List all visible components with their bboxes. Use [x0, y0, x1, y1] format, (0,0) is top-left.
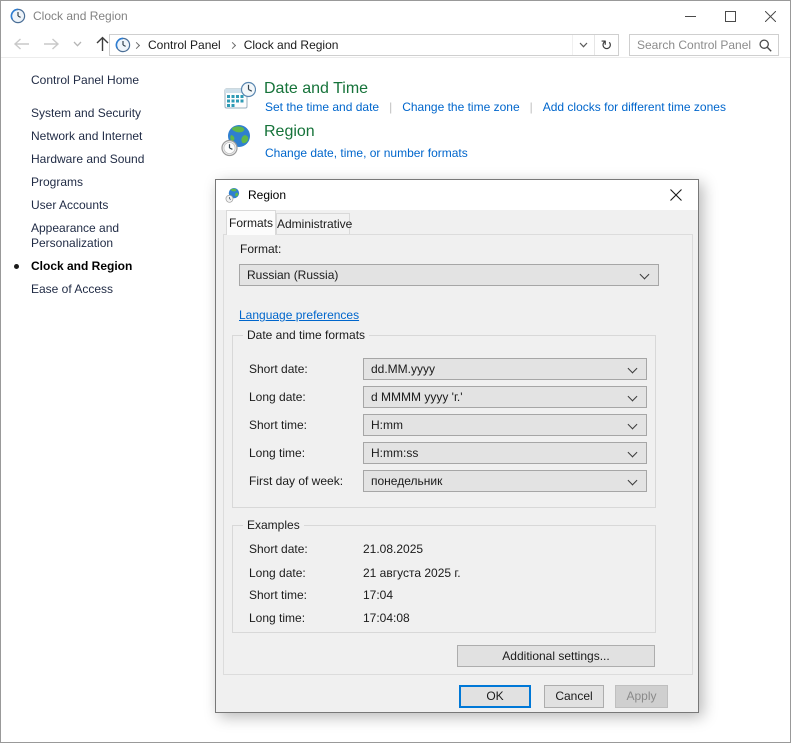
window-titlebar: Clock and Region — [1, 1, 790, 31]
ok-button[interactable]: OK — [459, 685, 531, 708]
sidebar-item-control-panel-home[interactable]: Control Panel Home — [31, 73, 189, 87]
breadcrumb-control-panel[interactable]: Control Panel — [142, 38, 227, 52]
address-dropdown-button[interactable] — [572, 35, 594, 55]
tab-page-frame — [223, 234, 693, 675]
date-and-time-links: Set the time and date | Change the time … — [265, 100, 726, 114]
search-placeholder: Search Control Panel — [637, 38, 752, 52]
forward-button[interactable] — [43, 37, 60, 51]
control-panel-window: Clock and Region Control Panel Clock and… — [0, 0, 791, 743]
sidebar-item-network-and-internet[interactable]: Network and Internet — [31, 129, 189, 144]
region-links: Change date, time, or number formats — [265, 146, 468, 160]
tab-administrative[interactable]: Administrative — [276, 213, 352, 234]
sidebar-item-ease-of-access[interactable]: Ease of Access — [31, 282, 189, 297]
navigation-bar: Control Panel Clock and Region ↻ Search … — [1, 31, 790, 58]
apply-button[interactable]: Apply — [615, 685, 668, 708]
sidebar-item-appearance-and-personalization[interactable]: Appearance and Personalization — [31, 221, 189, 251]
link-change-time-zone[interactable]: Change the time zone — [402, 100, 519, 114]
search-icon[interactable] — [759, 38, 772, 52]
maximize-icon — [724, 10, 736, 22]
search-input[interactable]: Search Control Panel — [629, 34, 779, 56]
refresh-button[interactable]: ↻ — [594, 35, 618, 55]
window-title: Clock and Region — [33, 9, 128, 23]
dialog-close-button[interactable] — [654, 180, 698, 209]
sidebar-item-clock-and-region[interactable]: Clock and Region — [14, 259, 189, 274]
link-set-time-and-date[interactable]: Set the time and date — [265, 100, 379, 114]
chevron-down-icon — [579, 42, 588, 48]
close-button[interactable] — [750, 1, 790, 31]
cancel-button[interactable]: Cancel — [544, 685, 604, 708]
tab-formats[interactable]: Formats — [226, 210, 276, 235]
breadcrumb-clock-region[interactable]: Clock and Region — [238, 38, 345, 52]
link-add-clocks[interactable]: Add clocks for different time zones — [543, 100, 726, 114]
address-bar[interactable]: Control Panel Clock and Region ↻ — [109, 34, 619, 56]
maximize-button[interactable] — [710, 1, 750, 31]
chevron-right-icon[interactable] — [132, 41, 141, 49]
close-icon — [764, 10, 776, 22]
sidebar: Control Panel Home System and Security N… — [14, 73, 189, 305]
link-separator: | — [389, 100, 393, 114]
clock-region-app-icon — [10, 8, 26, 24]
minimize-button[interactable] — [670, 1, 710, 31]
dialog-titlebar: Region — [216, 180, 698, 210]
date-and-time-icon[interactable] — [224, 81, 256, 111]
recent-pages-dropdown[interactable] — [73, 41, 82, 47]
chevron-right-icon[interactable] — [228, 41, 236, 49]
link-change-formats[interactable]: Change date, time, or number formats — [265, 146, 468, 160]
sidebar-item-system-and-security[interactable]: System and Security — [31, 106, 189, 121]
sidebar-item-hardware-and-sound[interactable]: Hardware and Sound — [31, 152, 189, 167]
link-separator: | — [529, 100, 533, 114]
section-title-date-and-time[interactable]: Date and Time — [264, 80, 368, 98]
region-dialog: Region Formats Administrative Format: Ru… — [215, 179, 699, 713]
back-button[interactable] — [13, 37, 30, 51]
region-icon[interactable] — [220, 123, 254, 157]
up-button[interactable] — [95, 36, 110, 52]
minimize-icon — [684, 15, 696, 17]
sidebar-item-user-accounts[interactable]: User Accounts — [31, 198, 189, 213]
close-icon — [670, 188, 682, 201]
dialog-title: Region — [248, 188, 287, 202]
sidebar-item-programs[interactable]: Programs — [31, 175, 189, 190]
region-dialog-icon — [225, 187, 240, 203]
section-title-region[interactable]: Region — [264, 123, 315, 141]
breadcrumb-app-icon[interactable] — [115, 37, 131, 53]
